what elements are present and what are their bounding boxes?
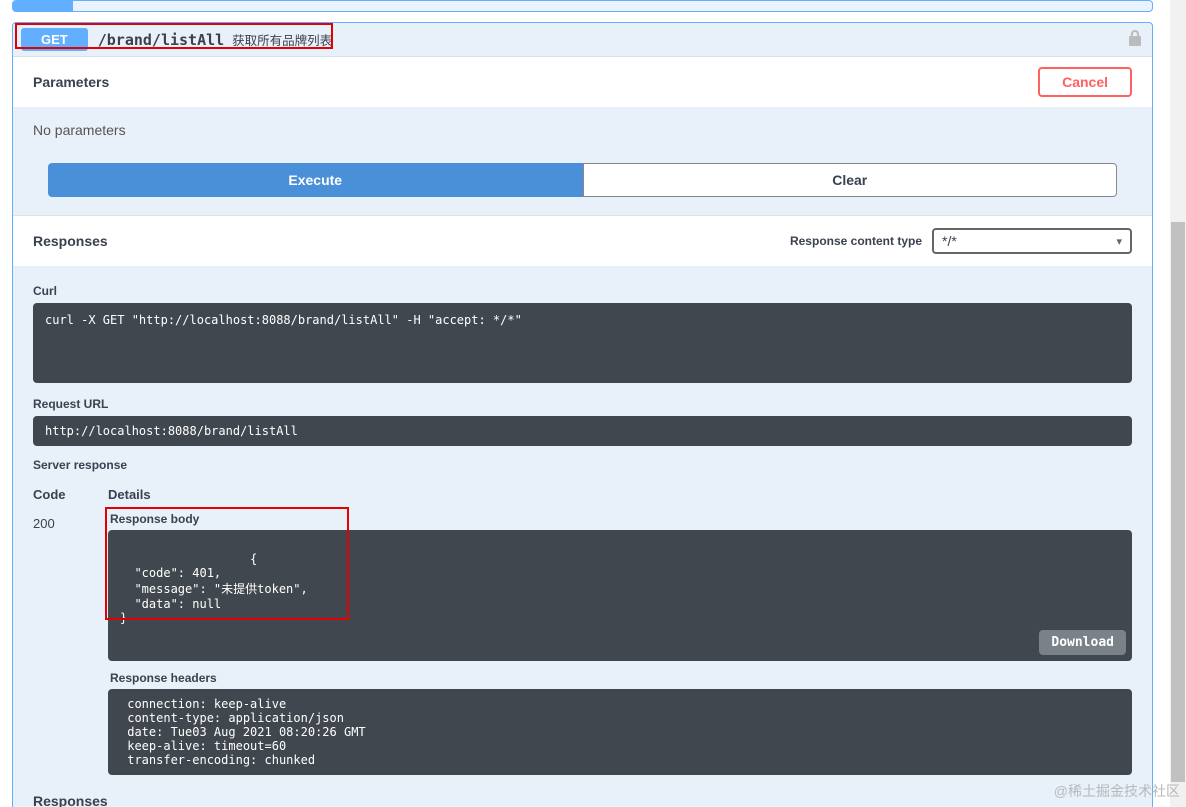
details-column-header: Details (108, 487, 1132, 502)
response-row: 200 Response body { "code": 401, "messag… (33, 512, 1132, 775)
response-body-title: Response body (108, 512, 1132, 526)
content-type-select[interactable]: */* ▾ (932, 228, 1132, 254)
operation-block: GET /brand/listAll 获取所有品牌列表 Parameters C… (12, 22, 1153, 807)
responses-bar: Responses Response content type */* ▾ (13, 215, 1152, 266)
cancel-button[interactable]: Cancel (1038, 67, 1132, 97)
lock-icon[interactable] (1128, 30, 1142, 50)
server-response-title: Server response (33, 458, 1132, 472)
download-button[interactable]: Download (1039, 630, 1126, 655)
responses-title: Responses (33, 233, 108, 249)
scrollbar[interactable] (1170, 0, 1186, 807)
request-url-title: Request URL (33, 397, 1132, 411)
responses-footer-title: Responses (33, 793, 1132, 807)
parameters-header: Parameters Cancel (13, 56, 1152, 107)
method-badge: GET (21, 28, 88, 51)
response-headers-title: Response headers (108, 671, 1132, 685)
response-body-block: { "code": 401, "message": "未提供token", "d… (108, 530, 1132, 661)
scrollbar-thumb[interactable] (1171, 222, 1185, 782)
code-column-header: Code (33, 487, 108, 502)
response-body-text: { "code": 401, "message": "未提供token", "d… (120, 552, 308, 625)
execute-button[interactable]: Execute (48, 163, 583, 197)
curl-title: Curl (33, 284, 1132, 298)
request-url-block: http://localhost:8088/brand/listAll (33, 416, 1132, 446)
chevron-down-icon: ▾ (1116, 235, 1122, 248)
clear-button[interactable]: Clear (583, 163, 1118, 197)
response-headers-block: connection: keep-alive content-type: app… (108, 689, 1132, 775)
endpoint-summary: 获取所有品牌列表 (232, 30, 332, 49)
content-type-label: Response content type (790, 234, 922, 248)
no-parameters-text: No parameters (33, 122, 1132, 138)
response-table-header: Code Details (33, 487, 1132, 502)
content-type-value: */* (942, 233, 957, 249)
endpoint-path: /brand/listAll (98, 31, 224, 49)
curl-block: curl -X GET "http://localhost:8088/brand… (33, 303, 1132, 383)
response-code: 200 (33, 512, 108, 531)
parameters-title: Parameters (33, 74, 109, 90)
collapsed-operation[interactable] (12, 0, 1153, 12)
watermark: @稀土掘金技术社区 (1054, 781, 1180, 801)
operation-header[interactable]: GET /brand/listAll 获取所有品牌列表 (13, 23, 1152, 56)
